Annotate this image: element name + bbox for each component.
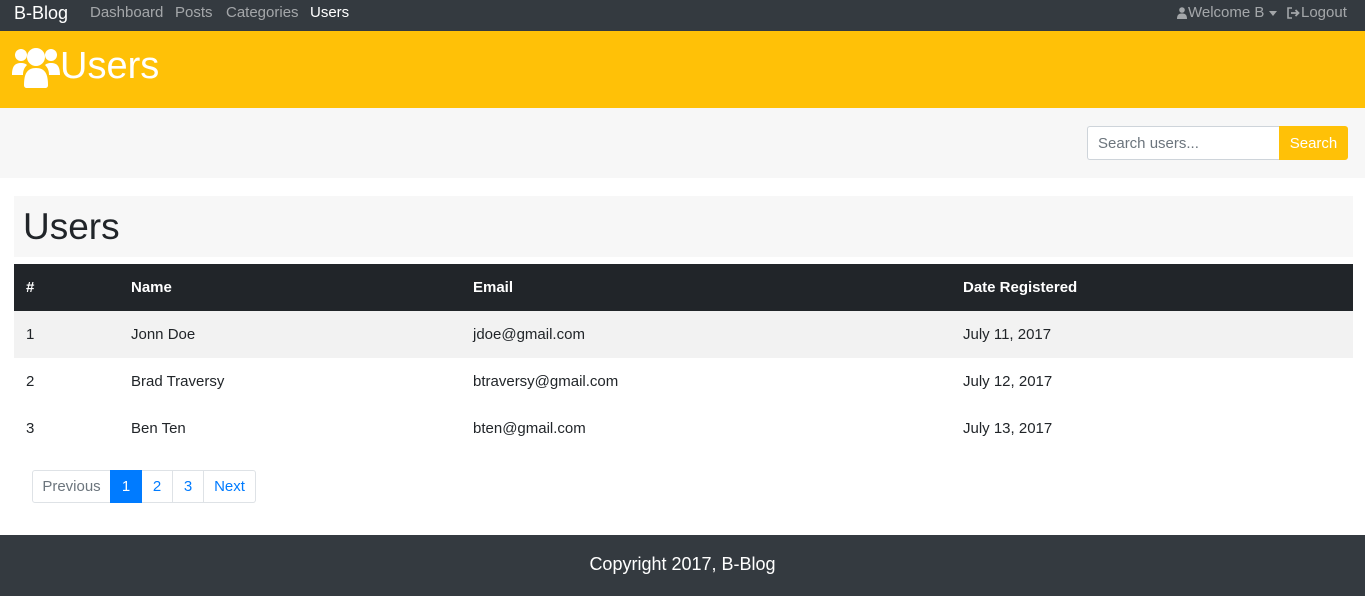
welcome-label: Welcome B (1188, 4, 1265, 21)
pagination-next[interactable]: Next (203, 470, 256, 503)
header-title: Users (60, 45, 160, 87)
search-users-input[interactable] (1087, 126, 1280, 160)
table-row: 1 Jonn Doe jdoe@gmail.com July 11, 2017 (14, 311, 1353, 358)
search-button[interactable]: Search (1279, 126, 1348, 160)
cell-name: Jonn Doe (131, 326, 196, 343)
nav-link-dashboard[interactable]: Dashboard (90, 5, 163, 21)
caret-down-icon (1269, 10, 1278, 16)
cell-number: 1 (26, 326, 35, 343)
users-table-container: # Name Email Date Registered 1 Jonn Doe … (14, 264, 1353, 452)
table-row: 3 Ben Ten bten@gmail.com July 13, 2017 (14, 405, 1353, 452)
pagination-page-2[interactable]: 2 (141, 470, 173, 503)
welcome-dropdown[interactable]: Welcome B (1177, 4, 1278, 21)
column-header-email: Email (473, 279, 514, 296)
cell-name: Ben Ten (131, 420, 186, 437)
pagination-page-3[interactable]: 3 (172, 470, 204, 503)
page-footer: Copyright 2017, B-Blog (0, 535, 1365, 596)
users-card-header: Users (14, 196, 1353, 257)
nav-link-users[interactable]: Users (310, 5, 349, 21)
cell-date: July 11, 2017 (963, 326, 1052, 343)
cell-name: Brad Traversy (131, 373, 225, 390)
top-navbar: B-Blog Dashboard Posts Categories Users … (0, 0, 1365, 31)
table-row: 2 Brad Traversy btraversy@gmail.com July… (14, 358, 1353, 405)
footer-copyright: Copyright 2017, B-Blog (589, 554, 776, 574)
brand-logo[interactable]: B-Blog (14, 3, 68, 23)
pagination-previous[interactable]: Previous (32, 470, 111, 503)
cell-email: jdoe@gmail.com (473, 326, 585, 343)
cell-date: July 12, 2017 (963, 373, 1053, 390)
logout-label: Logout (1301, 4, 1347, 21)
page-header: Users (0, 31, 1365, 108)
cell-number: 3 (26, 420, 35, 437)
cell-date: July 13, 2017 (963, 420, 1053, 437)
page-title: Users (23, 206, 120, 247)
nav-link-categories[interactable]: Categories (226, 5, 299, 21)
pagination: Previous 1 2 3 Next (32, 470, 256, 503)
users-icon (12, 48, 60, 88)
cell-number: 2 (26, 373, 35, 390)
cell-email: btraversy@gmail.com (473, 373, 619, 390)
search-section: Search (0, 108, 1365, 178)
nav-link-posts[interactable]: Posts (175, 5, 213, 21)
column-header-date-registered: Date Registered (963, 279, 1078, 296)
logout-link[interactable]: Logout (1287, 5, 1347, 21)
column-header-name: Name (131, 279, 172, 296)
cell-email: bten@gmail.com (473, 420, 586, 437)
pagination-page-1[interactable]: 1 (110, 470, 142, 503)
column-header-number: # (26, 279, 35, 296)
user-icon (1177, 7, 1187, 19)
table-header-row: # Name Email Date Registered (14, 264, 1353, 311)
users-table: # Name Email Date Registered 1 Jonn Doe … (14, 264, 1353, 452)
sign-out-icon (1287, 7, 1300, 19)
